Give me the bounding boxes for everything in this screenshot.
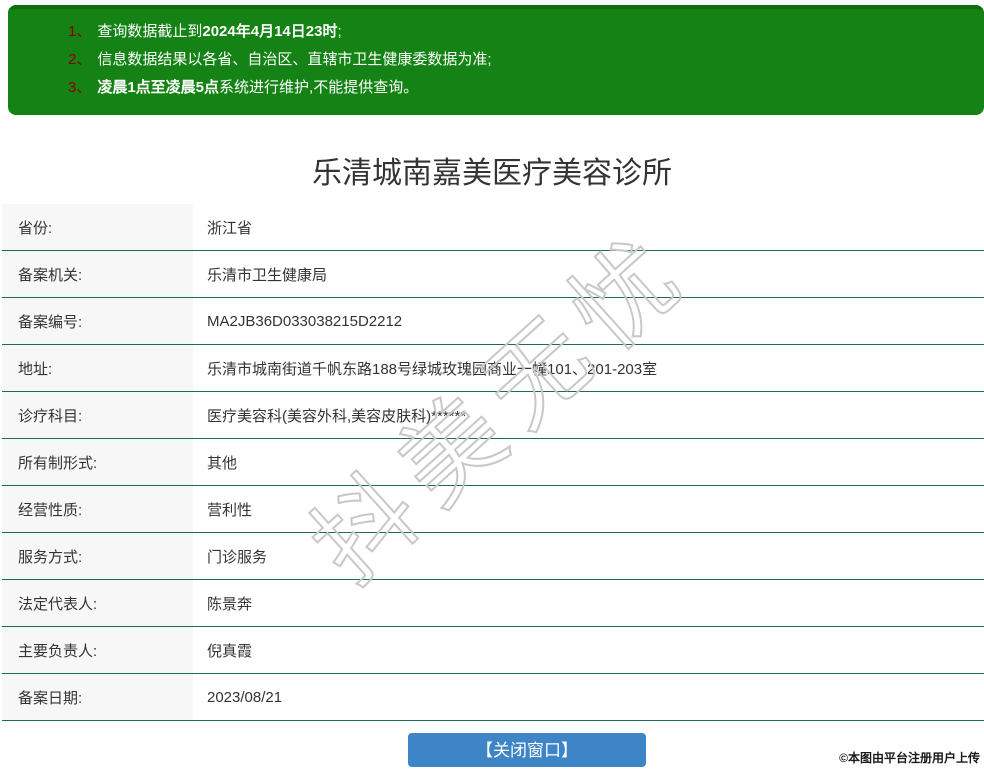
row-value: 陈景奔 [207, 595, 253, 613]
table-row-business-nature: 经营性质: 营利性 [2, 486, 984, 533]
table-row-legal-representative: 法定代表人: 陈景奔 [2, 580, 984, 627]
row-label: 省份: [2, 204, 193, 250]
row-label: 备案日期: [2, 674, 193, 720]
row-label: 主要负责人: [2, 627, 193, 673]
row-value: 倪真霞 [207, 642, 253, 660]
notice-text: ; [337, 23, 342, 40]
table-row-province: 省份: 浙江省 [2, 204, 984, 251]
notice-text: 查询数据截止到 [97, 23, 203, 40]
table-row-address: 地址: 乐清市城南街道千帆东路188号绿城玫瑰园商业一幢101、201-203室 [2, 345, 984, 392]
table-row-registration-number: 备案编号: MA2JB36D033038215D2212 [2, 298, 984, 345]
notice-text-bold: 凌晨1点至凌晨5点 [97, 79, 220, 96]
table-row-principal-person: 主要负责人: 倪真霞 [2, 627, 984, 674]
notice-line: 3、 凌晨1点至凌晨5点系统进行维护,不能提供查询。 [68, 74, 974, 102]
page-title: 乐清城南嘉美医疗美容诊所 [312, 157, 672, 190]
row-label: 备案机关: [2, 251, 193, 297]
row-label: 法定代表人: [2, 580, 193, 626]
table-row-ownership-form: 所有制形式: 其他 [2, 439, 984, 486]
row-value: MA2JB36D033038215D2212 [207, 312, 403, 330]
detail-table: 省份: 浙江省 备案机关: 乐清市卫生健康局 备案编号: MA2JB36D033… [2, 204, 984, 721]
table-row-registration-date: 备案日期: 2023/08/21 [2, 674, 984, 721]
notice-text: 信息数据结果以各省、自治区、直辖市卫生健康委数据为准; [97, 51, 492, 68]
row-label: 地址: [2, 345, 193, 391]
notice-number: 2、 [68, 51, 92, 68]
row-value: 浙江省 [207, 219, 253, 237]
notice-line: 2、 信息数据结果以各省、自治区、直辖市卫生健康委数据为准; [68, 46, 974, 74]
row-value: 门诊服务 [207, 548, 268, 566]
row-value: 乐清市卫生健康局 [207, 266, 328, 284]
notice-banner: 1、 查询数据截止到2024年4月14日23时; 2、 信息数据结果以各省、自治区、… [8, 5, 984, 115]
row-value: 医疗美容科(美容外科,美容皮肤科)****** [207, 407, 467, 425]
table-row-registration-authority: 备案机关: 乐清市卫生健康局 [2, 251, 984, 298]
notice-line: 1、 查询数据截止到2024年4月14日23时; [68, 18, 974, 46]
row-value: 其他 [207, 454, 238, 472]
row-value: 2023/08/21 [207, 688, 283, 706]
row-value: 营利性 [207, 501, 253, 519]
notice-text: 系统进行维护,不能提供查询。 [219, 79, 419, 96]
row-label: 服务方式: [2, 533, 193, 579]
notice-number: 1、 [68, 23, 92, 40]
copyright-stamp: ©本图由平台注册用户上传 [839, 751, 980, 765]
row-label: 诊疗科目: [2, 392, 193, 438]
table-row-treatment-subjects: 诊疗科目: 医疗美容科(美容外科,美容皮肤科)****** [2, 392, 984, 439]
row-label: 经营性质: [2, 486, 193, 532]
row-label: 所有制形式: [2, 439, 193, 485]
table-row-service-mode: 服务方式: 门诊服务 [2, 533, 984, 580]
row-value: 乐清市城南街道千帆东路188号绿城玫瑰园商业一幢101、201-203室 [207, 360, 658, 378]
close-window-button[interactable]: 【关闭窗口】 [408, 733, 646, 767]
notice-text-bold: 2024年4月14日23时 [202, 23, 338, 40]
row-label: 备案编号: [2, 298, 193, 344]
notice-number: 3、 [68, 79, 92, 96]
